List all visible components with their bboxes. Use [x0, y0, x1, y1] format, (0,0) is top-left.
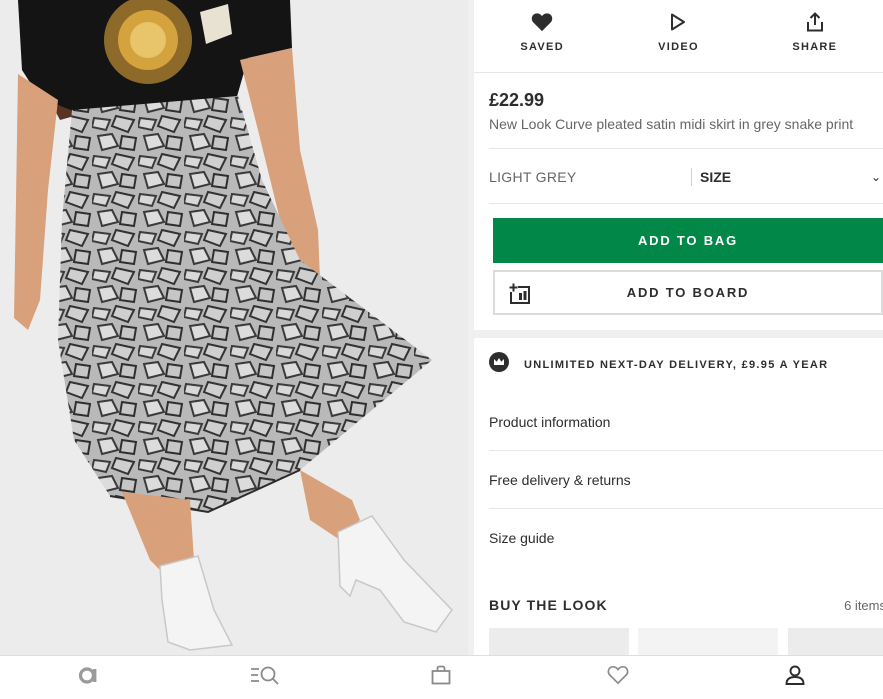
product-information-link[interactable]: Product information [489, 393, 883, 451]
heart-outline-icon [607, 665, 629, 690]
nav-search[interactable] [177, 656, 354, 699]
divider [489, 203, 883, 204]
free-delivery-returns-link[interactable]: Free delivery & returns [489, 451, 883, 509]
add-to-board-label: ADD TO BOARD [626, 285, 750, 300]
bottom-navigation [0, 655, 883, 699]
crown-icon [489, 352, 509, 377]
nav-account[interactable] [706, 656, 883, 699]
product-actions: SAVED VIDEO SHARE [474, 0, 883, 72]
chevron-down-icon[interactable]: ⌄ [871, 170, 881, 184]
product-title: New Look Curve pleated satin midi skirt … [489, 116, 854, 132]
size-guide-link[interactable]: Size guide [489, 509, 883, 567]
play-icon [670, 11, 686, 33]
heart-filled-icon [531, 11, 553, 33]
share-label: SHARE [792, 41, 838, 53]
share-button[interactable]: SHARE [747, 0, 883, 72]
look-item-thumbnail[interactable] [638, 628, 778, 655]
share-icon [806, 11, 824, 33]
premier-delivery-text: UNLIMITED NEXT-DAY DELIVERY, £9.95 A YEA… [524, 358, 829, 371]
colour-label: LIGHT GREY [489, 169, 577, 185]
product-price: £22.99 [489, 90, 545, 110]
add-to-bag-button[interactable]: ADD TO BAG [493, 218, 883, 263]
nav-saved[interactable] [530, 656, 707, 699]
colour-size-row: LIGHT GREY SIZE ⌄ [474, 151, 883, 203]
video-button[interactable]: VIDEO [610, 0, 746, 72]
divider [489, 148, 883, 149]
nav-home[interactable] [0, 656, 177, 699]
product-info-section: UNLIMITED NEXT-DAY DELIVERY, £9.95 A YEA… [474, 338, 883, 655]
look-item-thumbnail[interactable] [489, 628, 629, 655]
add-to-board-button[interactable]: ADD TO BOARD [493, 270, 883, 315]
product-image[interactable] [0, 0, 468, 655]
divider [691, 168, 692, 186]
search-icon [250, 665, 280, 690]
size-select[interactable]: SIZE [700, 169, 731, 185]
account-icon [785, 665, 805, 690]
saved-label: SAVED [520, 41, 564, 53]
product-summary: £22.99 New Look Curve pleated satin midi… [474, 72, 883, 330]
bag-icon [431, 665, 451, 690]
home-icon [78, 665, 98, 690]
buy-the-look-heading: BUY THE LOOK [489, 597, 608, 613]
buy-the-look-count: 6 items [844, 598, 883, 613]
video-label: VIDEO [658, 41, 699, 53]
premier-delivery-banner[interactable]: UNLIMITED NEXT-DAY DELIVERY, £9.95 A YEA… [489, 352, 828, 377]
board-add-icon [509, 283, 531, 308]
saved-button[interactable]: SAVED [474, 0, 610, 72]
product-details-panel: SAVED VIDEO SHARE £22.99 New Look Curve … [468, 0, 883, 655]
nav-bag[interactable] [353, 656, 530, 699]
product-photo-illustration [0, 0, 468, 655]
look-item-thumbnail[interactable] [788, 628, 883, 655]
